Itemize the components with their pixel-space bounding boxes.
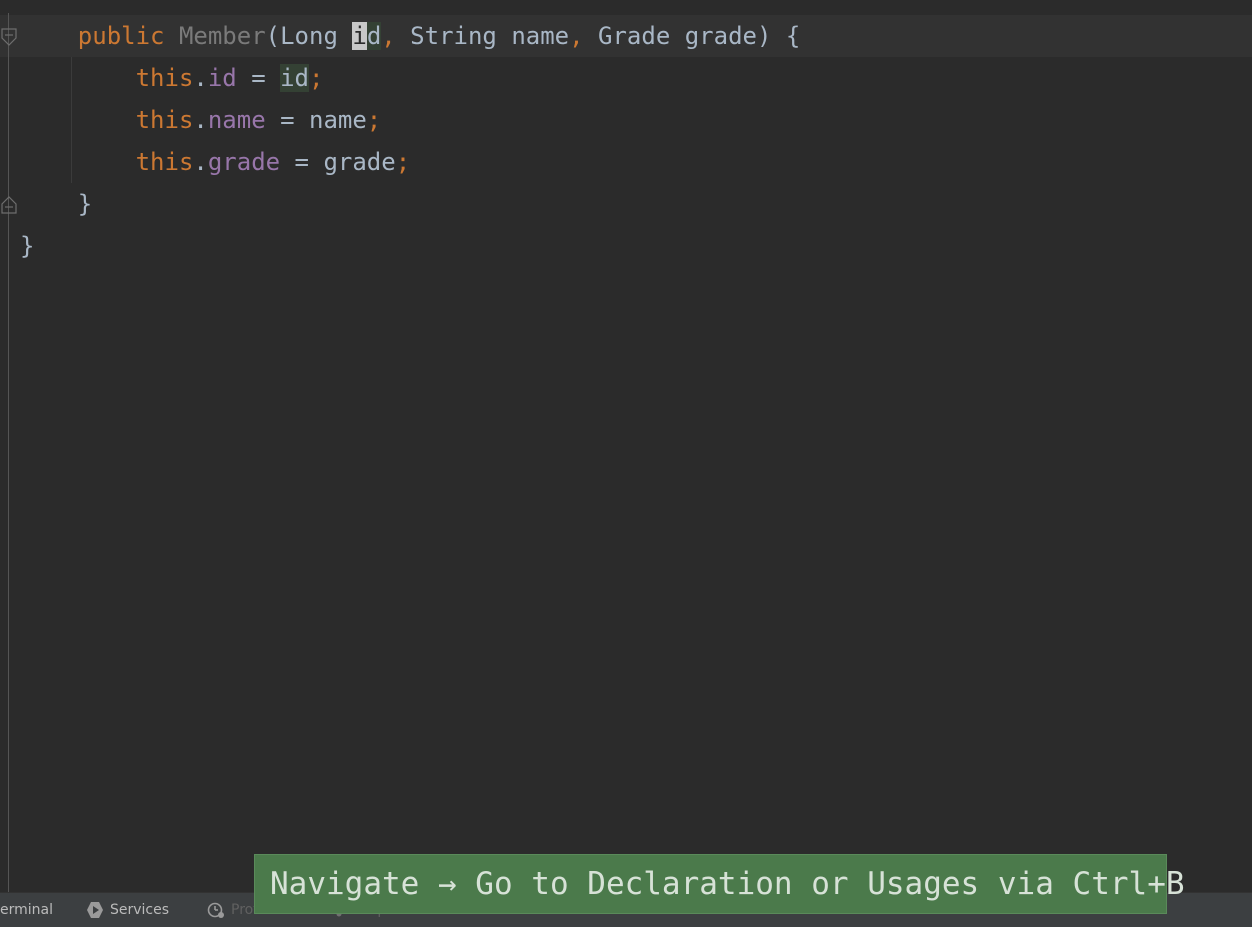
close-paren-brace: ) { bbox=[756, 22, 801, 50]
keyword-this: this bbox=[135, 106, 194, 134]
gutter-separator bbox=[8, 13, 9, 892]
keyword-public: public bbox=[77, 22, 165, 50]
param-grade: grade bbox=[684, 22, 757, 50]
editor-top-strip bbox=[0, 0, 1252, 13]
code-line-constructor[interactable]: public Member(Long id, String name, Grad… bbox=[20, 15, 800, 57]
services-icon bbox=[86, 901, 104, 919]
code-line-assign-name[interactable]: this.name = name; bbox=[20, 99, 382, 141]
type-grade: Grade bbox=[598, 22, 671, 50]
type-string: String bbox=[410, 22, 497, 50]
type-long: Long bbox=[280, 22, 338, 50]
code-line-method-close[interactable]: } bbox=[20, 183, 92, 225]
tab-terminal[interactable]: erminal bbox=[0, 893, 53, 927]
closing-brace: } bbox=[77, 190, 93, 218]
comma: , bbox=[569, 22, 584, 50]
open-paren: ( bbox=[265, 22, 281, 50]
keyword-this: this bbox=[135, 64, 194, 92]
comma: , bbox=[381, 22, 396, 50]
closing-brace: } bbox=[20, 232, 35, 260]
field-name: name bbox=[207, 106, 266, 134]
profiler-icon bbox=[207, 901, 225, 919]
param-id: id bbox=[352, 22, 382, 50]
services-label: Services bbox=[110, 902, 170, 918]
field-grade: grade bbox=[207, 148, 281, 176]
code-editor[interactable]: public Member(Long id, String name, Grad… bbox=[0, 0, 1252, 892]
param-name: name bbox=[511, 22, 570, 50]
usage-grade: grade bbox=[323, 148, 396, 176]
code-line-assign-id[interactable]: this.id = id; bbox=[20, 57, 323, 99]
fold-collapse-icon[interactable] bbox=[1, 28, 17, 46]
code-line-assign-grade[interactable]: this.grade = grade; bbox=[20, 141, 411, 183]
field-id: id bbox=[207, 64, 237, 92]
text-caret: i bbox=[352, 22, 367, 50]
shortcut-hint-text: Navigate → Go to Declaration or Usages v… bbox=[270, 866, 1185, 902]
terminal-label: erminal bbox=[0, 902, 53, 918]
usage-name: name bbox=[309, 106, 367, 134]
fold-end-icon[interactable] bbox=[1, 196, 17, 214]
keyword-this: this bbox=[135, 148, 194, 176]
code-line-class-close[interactable]: } bbox=[20, 225, 34, 267]
shortcut-hint-banner: Navigate → Go to Declaration or Usages v… bbox=[254, 854, 1185, 914]
usage-id: id bbox=[280, 64, 310, 92]
constructor-name: Member bbox=[178, 22, 266, 50]
tab-services[interactable]: Services bbox=[86, 893, 169, 927]
